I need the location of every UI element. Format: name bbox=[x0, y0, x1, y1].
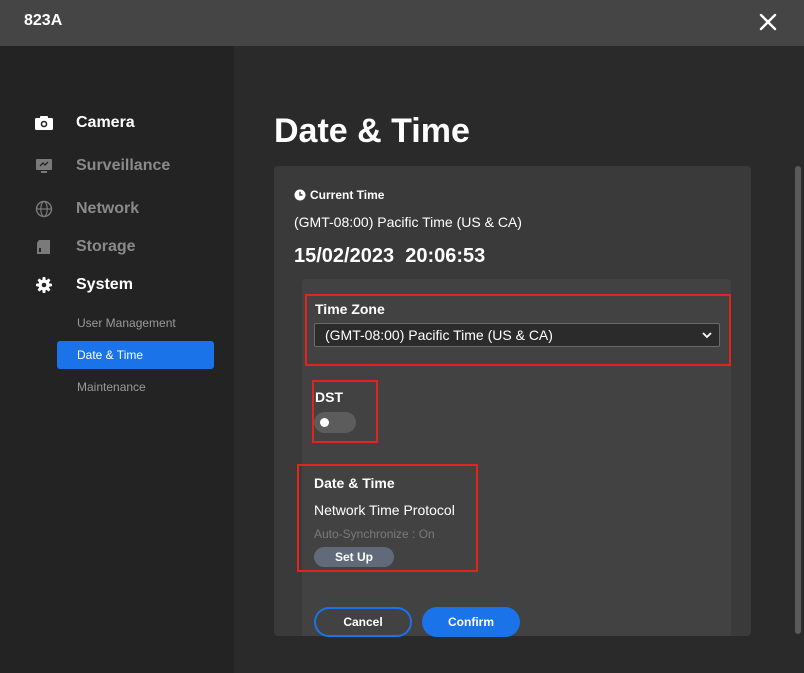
title-bar: 823A bbox=[0, 0, 804, 46]
current-time-label: Current Time bbox=[310, 188, 385, 202]
current-time-heading: Current Time bbox=[294, 188, 384, 202]
sidebar-item-label: Network bbox=[76, 200, 140, 217]
dst-toggle[interactable] bbox=[314, 412, 356, 433]
current-clock: 20:06:53 bbox=[405, 245, 486, 267]
sidebar-item-surveillance[interactable]: Surveillance bbox=[0, 150, 234, 182]
globe-icon bbox=[35, 200, 53, 218]
sidebar-subitem-date-time[interactable]: Date & Time bbox=[57, 341, 214, 369]
sidebar-item-camera[interactable]: Camera bbox=[0, 107, 234, 139]
clock-icon bbox=[294, 189, 306, 201]
time-zone-value: (GMT-08:00) Pacific Time (US & CA) bbox=[325, 327, 553, 343]
sidebar-item-label: Camera bbox=[76, 114, 135, 131]
current-date-time: 15/02/2023 20:06:53 bbox=[294, 245, 485, 268]
camera-icon bbox=[35, 116, 53, 130]
sidebar-subitem-user-management[interactable]: User Management bbox=[57, 309, 214, 337]
sidebar-item-system[interactable]: System bbox=[0, 269, 234, 301]
current-date: 15/02/2023 bbox=[294, 245, 395, 267]
app-title: 823A bbox=[24, 12, 63, 29]
sidebar-item-network[interactable]: Network bbox=[0, 193, 234, 225]
dst-label: DST bbox=[315, 389, 343, 405]
close-icon bbox=[759, 13, 777, 31]
sidebar-subitem-maintenance[interactable]: Maintenance bbox=[57, 373, 214, 401]
chevron-down-icon bbox=[702, 332, 712, 339]
gear-icon bbox=[36, 277, 52, 293]
scrollbar[interactable] bbox=[795, 166, 801, 634]
confirm-button[interactable]: Confirm bbox=[422, 607, 520, 637]
storage-icon bbox=[37, 240, 50, 254]
time-zone-label: Time Zone bbox=[315, 301, 385, 317]
toggle-knob bbox=[320, 418, 329, 427]
sidebar-subitem-label: Date & Time bbox=[77, 348, 144, 362]
sidebar-item-label: Storage bbox=[76, 238, 136, 255]
auto-sync-status: Auto-Synchronize : On bbox=[314, 527, 435, 541]
monitor-icon bbox=[36, 159, 52, 173]
date-time-label: Date & Time bbox=[314, 475, 395, 491]
page-title: Date & Time bbox=[274, 112, 470, 150]
sidebar-subitem-label: Maintenance bbox=[77, 380, 146, 394]
sidebar-item-label: System bbox=[76, 276, 133, 293]
cancel-button[interactable]: Cancel bbox=[314, 607, 412, 637]
ntp-method: Network Time Protocol bbox=[314, 502, 455, 518]
close-button[interactable] bbox=[754, 8, 782, 36]
setup-button[interactable]: Set Up bbox=[314, 547, 394, 567]
current-time-zone: (GMT-08:00) Pacific Time (US & CA) bbox=[294, 214, 522, 230]
sidebar-item-storage[interactable]: Storage bbox=[0, 231, 234, 263]
time-zone-select[interactable]: (GMT-08:00) Pacific Time (US & CA) bbox=[314, 323, 720, 347]
sidebar-subitem-label: User Management bbox=[77, 316, 176, 330]
sidebar-item-label: Surveillance bbox=[76, 157, 171, 174]
